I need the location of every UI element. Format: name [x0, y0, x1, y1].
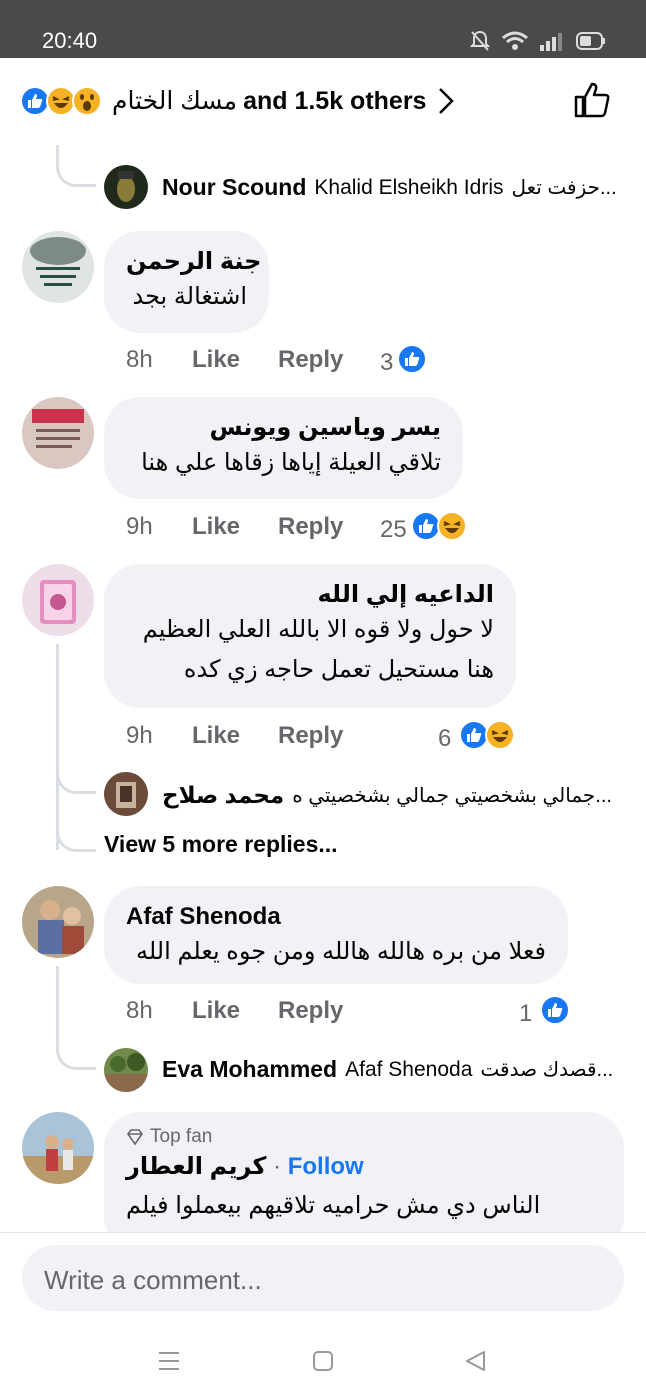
reactor-others: and 1.5k others: [243, 86, 427, 115]
wifi-icon: [502, 31, 528, 50]
comment-author[interactable]: يسر وياسين ويونس: [126, 413, 441, 443]
like-icon: [540, 995, 571, 1032]
reply-item[interactable]: محمد صلاح جمالي بشخصيتي جمالي بشخصيتي ه.…: [162, 782, 612, 809]
comment-bubble[interactable]: جنة الرحمن اشتغالة بجد: [104, 231, 269, 333]
reaction-count[interactable]: 6: [438, 720, 516, 757]
comment-bubble[interactable]: الداعيه إلي الله لا حول ولا قوه الا بالل…: [104, 564, 516, 708]
like-icon: [397, 344, 428, 381]
reactions-text: مسك الختام and 1.5k others: [112, 86, 426, 116]
signal-icon: [540, 33, 562, 51]
comment-text: هنا مستحيل تعمل حاجه زي كده: [183, 656, 494, 683]
reply-author[interactable]: Nour Scound: [162, 174, 306, 201]
thread-connector: [56, 818, 96, 852]
comment-time: 8h: [126, 997, 153, 1024]
battery-icon: [576, 32, 605, 50]
top-fan-label: Top fan: [150, 1126, 213, 1147]
comment-author[interactable]: كريم العطار: [126, 1153, 266, 1180]
comment-bubble[interactable]: Top fan كريم العطار · Follow الناس دي مش…: [104, 1112, 624, 1252]
chevron-right-icon[interactable]: [436, 86, 456, 121]
avatar[interactable]: [22, 231, 94, 303]
comment-text: تلاقي العيلة إياها زقاها علي هنا: [141, 449, 441, 476]
thread-connector: [56, 145, 96, 187]
avatar[interactable]: [104, 165, 148, 209]
reaction-count-value: 1: [519, 999, 533, 1027]
reaction-count[interactable]: 25: [380, 511, 467, 548]
reactor-names: مسك الختام: [112, 87, 238, 115]
haha-icon: [436, 511, 467, 548]
reaction-count-value: 3: [380, 348, 394, 376]
avatar[interactable]: [22, 397, 94, 469]
reply-mention[interactable]: Khalid Elsheikh Idris: [314, 176, 503, 200]
comment-time: 9h: [126, 513, 153, 540]
comment-time: 9h: [126, 722, 153, 749]
haha-icon: [485, 720, 516, 757]
comment-actions: 8h Like Reply: [126, 997, 343, 1025]
comment-author[interactable]: الداعيه إلي الله: [126, 580, 494, 610]
avatar[interactable]: [104, 772, 148, 816]
comment-author[interactable]: Afaf Shenoda: [126, 902, 546, 932]
status-time: 20:40: [42, 28, 98, 53]
reply-button[interactable]: Reply: [278, 346, 343, 374]
diamond-icon: [127, 1129, 143, 1146]
reply-text: جمالي بشخصيتي جمالي بشخصيتي ه...: [292, 785, 612, 807]
comment-input[interactable]: Write a comment...: [22, 1245, 624, 1311]
reaction-count[interactable]: 1: [519, 995, 571, 1032]
reaction-icons: [20, 86, 102, 121]
comment-text: فعلا من بره هالله هالله ومن جوه يعلم الل…: [135, 938, 546, 965]
comment-text: اشتغالة بجد: [132, 283, 247, 310]
comment-time: 8h: [126, 346, 153, 373]
comment-actions: 9h Like Reply: [126, 513, 343, 541]
comment-author[interactable]: جنة الرحمن: [126, 247, 261, 277]
like-button[interactable]: Like: [192, 346, 278, 374]
follow-button[interactable]: Follow: [288, 1153, 364, 1180]
status-bar: 20:40: [0, 0, 646, 58]
comment-text: الناس دي مش حراميه تلاقيهم بيعملوا فيلم: [126, 1192, 541, 1219]
menu-icon[interactable]: [158, 1350, 180, 1377]
like-button[interactable]: Like: [192, 722, 278, 750]
reply-author[interactable]: Eva Mohammed: [162, 1056, 337, 1083]
avatar[interactable]: [22, 564, 94, 636]
avatar[interactable]: [22, 886, 94, 958]
reply-item[interactable]: Nour Scound Khalid Elsheikh Idris حزفت ت…: [162, 174, 617, 201]
comment-actions: 8h Like Reply: [126, 346, 343, 374]
like-button[interactable]: Like: [192, 997, 278, 1025]
reaction-count-value: 25: [380, 515, 407, 543]
reaction-count[interactable]: 3: [380, 344, 428, 381]
view-more-replies-link[interactable]: View 5 more replies...: [104, 831, 338, 858]
reaction-count-value: 6: [438, 724, 452, 752]
avatar[interactable]: [22, 1112, 94, 1184]
reply-item[interactable]: Eva Mohammed Afaf Shenoda قصدك صدقت...: [162, 1056, 613, 1083]
comment-bubble[interactable]: Afaf Shenoda فعلا من بره هالله هالله ومن…: [104, 886, 568, 984]
comment-actions: 9h Like Reply: [126, 722, 343, 750]
comment-text: لا حول ولا قوه الا بالله العلي العظيم: [142, 616, 494, 643]
reply-button[interactable]: Reply: [278, 997, 343, 1025]
avatar[interactable]: [104, 1048, 148, 1092]
like-post-icon[interactable]: [572, 80, 612, 125]
like-button[interactable]: Like: [192, 513, 278, 541]
reply-mention[interactable]: Afaf Shenoda: [345, 1058, 472, 1082]
mute-bell-icon: [470, 30, 490, 51]
status-icons: [470, 28, 606, 54]
reactions-summary[interactable]: مسك الختام and 1.5k others: [0, 58, 646, 144]
reply-button[interactable]: Reply: [278, 722, 343, 750]
wow-icon: [72, 86, 102, 121]
thread-connector: [56, 760, 96, 794]
reply-text: قصدك صدقت...: [480, 1059, 614, 1081]
reply-text: حزفت تعل...: [511, 177, 617, 199]
reply-button[interactable]: Reply: [278, 513, 343, 541]
back-icon[interactable]: [464, 1350, 486, 1377]
thread-connector: [56, 1034, 96, 1070]
system-nav-bar: [0, 1330, 646, 1400]
home-icon[interactable]: [312, 1350, 334, 1377]
top-fan-badge: Top fan: [126, 1126, 602, 1148]
comment-author-row: كريم العطار · Follow: [126, 1153, 364, 1180]
comment-bubble[interactable]: يسر وياسين ويونس تلاقي العيلة إياها زقاه…: [104, 397, 463, 499]
reply-author[interactable]: محمد صلاح: [162, 782, 284, 809]
